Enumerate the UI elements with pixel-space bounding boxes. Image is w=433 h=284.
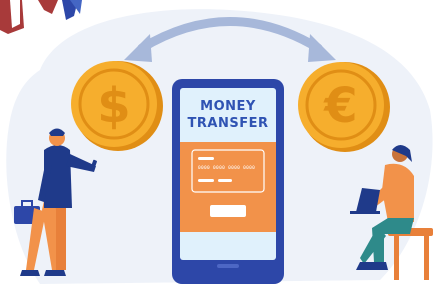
screen-title-line2: TRANSFER [187,116,269,131]
euro-symbol: € [323,78,357,134]
card-number: 0000 0000 0000 0000 [198,166,256,171]
dollar-symbol: $ [97,78,130,134]
decorative-plant-icon [0,0,82,34]
screen-title-line1: MONEY [200,99,256,114]
bank-card-icon [180,142,276,232]
money-transfer-illustration: $ € MONEY TRANSFER 0000 0000 0000 0000 [0,0,433,284]
